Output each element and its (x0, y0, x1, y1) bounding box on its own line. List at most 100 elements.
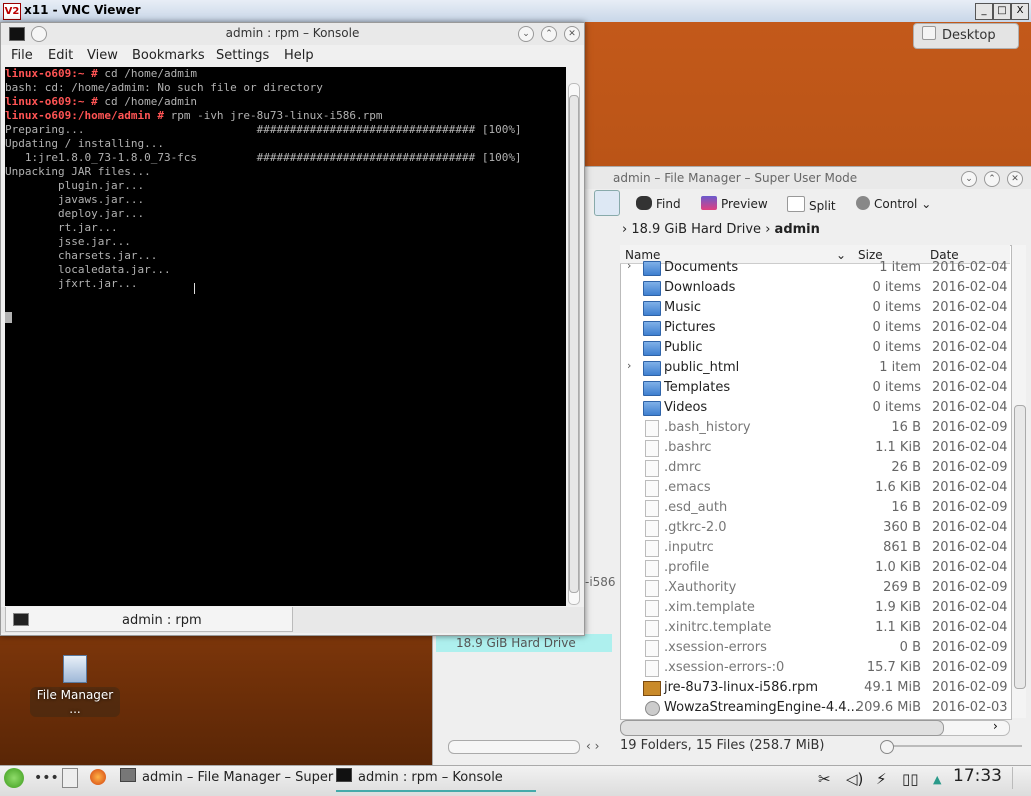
expand-arrow-icon[interactable]: › (627, 259, 631, 272)
terminal-line: Updating / installing... (5, 137, 566, 151)
file-row[interactable]: .gtkrc-2.0 360 B 2016-02-04 (621, 518, 1009, 538)
menu-file[interactable]: File (11, 48, 33, 63)
file-row[interactable]: Pictures 0 items 2016-02-04 (621, 318, 1009, 338)
file-date: 2016-02-09 (932, 660, 1008, 675)
vnc-close-button[interactable]: X (1011, 3, 1029, 20)
file-row[interactable]: Music 0 items 2016-02-04 (621, 298, 1009, 318)
control-button[interactable]: Control ⌄ (856, 196, 931, 211)
konsole-close-button[interactable]: ✕ (564, 26, 580, 42)
konsole-maximize-button[interactable]: ⌃ (541, 26, 557, 42)
file-icon (645, 540, 659, 557)
konsole-menu-button[interactable] (31, 26, 47, 42)
file-name: .inputrc (664, 540, 714, 555)
terminal-text: rpm -ivh jre-8u73-linux-i586.rpm (170, 109, 383, 122)
file-date: 2016-02-04 (932, 480, 1008, 495)
arrow-up-icon[interactable]: ▲ (933, 773, 941, 786)
vnc-maximize-button[interactable]: □ (993, 3, 1011, 20)
file-list-horizontal-scroll-thumb[interactable] (620, 720, 944, 736)
split-label: Split (809, 199, 836, 213)
konsole-collapse-button[interactable]: ⌄ (518, 26, 534, 42)
file-row[interactable]: .profile 1.0 KiB 2016-02-04 (621, 558, 1009, 578)
terminal-output: linux-o609:~ # cd /home/admim bash: cd: /… (5, 67, 566, 291)
zoom-slider-knob[interactable] (880, 740, 894, 754)
vnc-logo-icon: V2 (3, 3, 21, 20)
volume-icon[interactable]: ◁) (846, 770, 863, 788)
file-row[interactable]: › public_html 1 item 2016-02-04 (621, 358, 1009, 378)
find-button[interactable]: Find (636, 196, 681, 211)
terminal-scroll-thumb[interactable] (569, 95, 579, 593)
firefox-icon[interactable] (90, 769, 106, 785)
status-bar: 19 Folders, 15 Files (258.7 MiB) (620, 738, 825, 753)
tools-icon[interactable]: ✂ (818, 770, 831, 788)
menu-settings[interactable]: Settings (216, 48, 269, 63)
file-row[interactable]: Templates 0 items 2016-02-04 (621, 378, 1009, 398)
menu-bookmarks[interactable]: Bookmarks (132, 48, 205, 63)
file-row[interactable]: .bash_history 16 B 2016-02-09 (621, 418, 1009, 438)
file-row[interactable]: Downloads 0 items 2016-02-04 (621, 278, 1009, 298)
terminal-text: charsets.jar... (5, 249, 158, 262)
zoom-slider[interactable] (882, 745, 1022, 747)
file-size: 1.9 KiB (875, 600, 921, 615)
file-row[interactable]: .esd_auth 16 B 2016-02-09 (621, 498, 1009, 518)
file-row[interactable]: WowzaStreamingEngine-4.4... 209.6 MiB 2016… (621, 698, 1009, 718)
places-horizontal-scrollbar[interactable] (448, 740, 580, 754)
taskbar-task-file-manager[interactable]: admin – File Manager – Super (120, 768, 333, 790)
menu-view[interactable]: View (87, 48, 118, 63)
vnc-minimize-button[interactable]: _ (975, 3, 993, 20)
show-desktop-button[interactable] (1012, 767, 1027, 789)
file-row[interactable]: .dmrc 26 B 2016-02-09 (621, 458, 1009, 478)
menu-help[interactable]: Help (284, 48, 314, 63)
breadcrumb-parent[interactable]: 18.9 GiB Hard Drive (631, 222, 761, 237)
application-launcher-icon[interactable] (4, 768, 24, 788)
battery-icon[interactable]: ▯▯ (902, 770, 919, 788)
folder-icon (643, 401, 661, 416)
file-row[interactable]: .xsession-errors-:0 15.7 KiB 2016-02-09 (621, 658, 1009, 678)
file-date: 2016-02-04 (932, 560, 1008, 575)
file-date: 2016-02-04 (932, 380, 1008, 395)
more-icon[interactable]: ••• (34, 770, 59, 786)
fm-collapse-button[interactable]: ⌄ (961, 171, 977, 187)
executable-icon (645, 701, 660, 716)
file-row[interactable]: jre-8u73-linux-i586.rpm 49.1 MiB 2016-02-0… (621, 678, 1009, 698)
preview-icon (701, 196, 717, 210)
terminal-text: 1:jre1.8.0_73-1.8.0_73-fcs #############… (5, 151, 522, 164)
clock[interactable]: 17:33 (953, 766, 1002, 786)
fm-details-view-button[interactable] (594, 190, 620, 216)
file-row[interactable]: .bashrc 1.1 KiB 2016-02-04 (621, 438, 1009, 458)
places-scroll-arrows-icon[interactable]: ‹ › (586, 739, 599, 753)
file-row[interactable]: Public 0 items 2016-02-04 (621, 338, 1009, 358)
network-icon[interactable]: ⚡ (876, 770, 887, 788)
file-row[interactable]: Videos 0 items 2016-02-04 (621, 398, 1009, 418)
file-row[interactable]: .inputrc 861 B 2016-02-04 (621, 538, 1009, 558)
desktop-button[interactable]: Desktop (913, 23, 1019, 49)
desktop-file-manager-shortcut[interactable]: File Manager ... (30, 655, 120, 717)
file-manager-title: admin – File Manager – Super User Mode (613, 171, 858, 185)
file-row[interactable]: .xim.template 1.9 KiB 2016-02-04 (621, 598, 1009, 618)
file-list-vertical-scroll-thumb[interactable] (1014, 405, 1026, 689)
terminal-line: javaws.jar... (5, 193, 566, 207)
expand-arrow-icon[interactable]: › (627, 359, 631, 372)
file-row[interactable]: .Xauthority 269 B 2016-02-09 (621, 578, 1009, 598)
file-row[interactable]: .emacs 1.6 KiB 2016-02-04 (621, 478, 1009, 498)
konsole-task-icon (336, 768, 352, 782)
menu-edit[interactable]: Edit (48, 48, 73, 63)
preview-button[interactable]: Preview (701, 196, 768, 211)
fm-close-button[interactable]: ✕ (1007, 171, 1023, 187)
breadcrumb-arrow-icon: › (765, 222, 771, 237)
terminal-text: cd /home/admim (104, 67, 198, 80)
terminal-text: javaws.jar... (5, 193, 145, 206)
terminal-line: rt.jar... (5, 221, 566, 235)
taskbar-task-konsole[interactable]: admin : rpm – Konsole (336, 768, 536, 792)
split-button[interactable]: Split (787, 196, 836, 213)
file-manager-launcher-icon[interactable] (62, 768, 78, 788)
file-icon (645, 500, 659, 517)
scroll-right-icon[interactable]: › (993, 719, 998, 733)
rpm-package-icon (643, 681, 661, 696)
file-row[interactable]: .xinitrc.template 1.1 KiB 2016-02-04 (621, 618, 1009, 638)
file-name: .dmrc (664, 460, 702, 475)
file-row[interactable]: .xsession-errors 0 B 2016-02-09 (621, 638, 1009, 658)
breadcrumb-current[interactable]: admin (775, 222, 820, 237)
fm-maximize-button[interactable]: ⌃ (984, 171, 1000, 187)
file-row[interactable]: › Documents 1 item 2016-02-04 (621, 258, 1009, 278)
file-name: .bashrc (664, 440, 712, 455)
